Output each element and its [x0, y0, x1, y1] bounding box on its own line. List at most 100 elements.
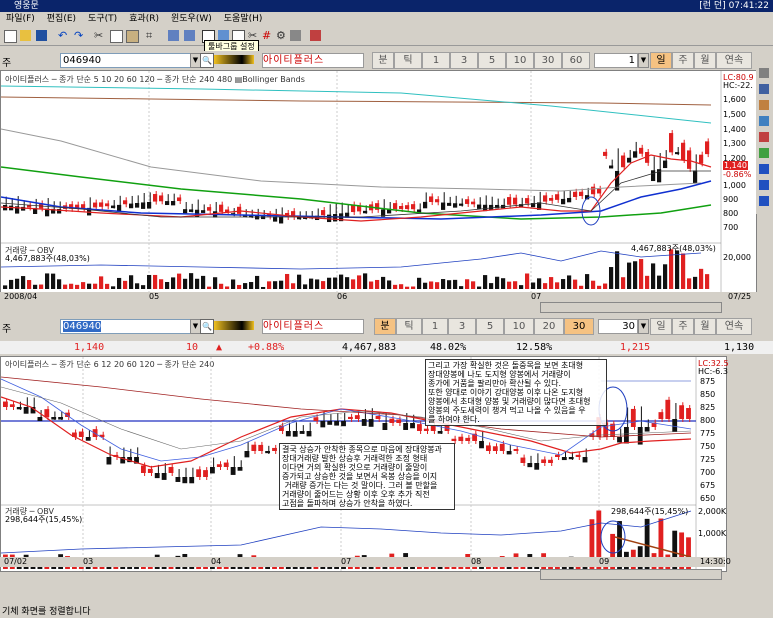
- period-20[interactable]: 20: [534, 318, 564, 335]
- candle: [223, 462, 229, 467]
- volume-bar: [297, 274, 302, 289]
- period-tick[interactable]: 틱: [396, 318, 422, 335]
- period-5[interactable]: 5: [478, 52, 506, 69]
- tool-icon[interactable]: [759, 180, 769, 190]
- volume-bar: [699, 268, 704, 289]
- save-icon[interactable]: [36, 30, 47, 41]
- candle: [617, 437, 622, 443]
- candle: [423, 201, 428, 209]
- candle: [219, 204, 224, 212]
- period-tick[interactable]: 틱: [394, 52, 422, 69]
- period-3[interactable]: 3: [448, 318, 476, 335]
- tool-icon[interactable]: [759, 148, 769, 158]
- volume-bar: [225, 286, 230, 289]
- count-dropdown-icon[interactable]: ▼: [638, 53, 649, 68]
- tool-icon[interactable]: [759, 196, 769, 206]
- count-input[interactable]: 1: [594, 53, 638, 68]
- stock-code-text: 046940: [63, 321, 102, 332]
- candle: [201, 210, 206, 213]
- pencil-tool-icon[interactable]: [759, 100, 769, 110]
- period-3[interactable]: 3: [450, 52, 478, 69]
- range-month[interactable]: 월: [694, 318, 716, 335]
- candle-wick: [640, 406, 642, 430]
- copy-icon[interactable]: [110, 30, 123, 43]
- tool-icon[interactable]: [759, 132, 769, 142]
- range-continuous[interactable]: 연속: [716, 52, 752, 69]
- window-icon[interactable]: [168, 30, 179, 41]
- menu-help[interactable]: 도움말(H): [218, 12, 269, 27]
- stock-code-input[interactable]: 046940: [60, 53, 192, 68]
- volume-bar: [285, 273, 290, 289]
- redo-icon[interactable]: ↷: [74, 30, 85, 41]
- period-minute[interactable]: 분: [372, 52, 394, 69]
- top-scrollbar[interactable]: [540, 302, 722, 313]
- candle: [555, 454, 560, 457]
- menu-edit[interactable]: 편집(E): [41, 12, 82, 27]
- y-tick: 1,400: [723, 125, 746, 134]
- range-week[interactable]: 주: [672, 52, 694, 69]
- candle: [437, 431, 443, 434]
- candle: [333, 214, 338, 222]
- range-continuous[interactable]: 연속: [716, 318, 752, 335]
- range-day[interactable]: 일: [650, 52, 672, 69]
- change-pct: +0.88%: [248, 342, 285, 353]
- pin-icon[interactable]: ⌗: [146, 30, 157, 41]
- volume-bar: [375, 279, 380, 289]
- tool-icon[interactable]: [759, 68, 769, 78]
- volume-bar: [615, 251, 620, 289]
- volume-bar: [147, 274, 152, 289]
- period-30[interactable]: 30: [534, 52, 562, 69]
- x-tick: 07/02: [4, 557, 28, 566]
- new-icon[interactable]: [4, 30, 17, 43]
- period-60[interactable]: 60: [562, 52, 590, 69]
- period-30[interactable]: 30: [564, 318, 594, 335]
- period-10[interactable]: 10: [504, 318, 534, 335]
- period-5[interactable]: 5: [476, 318, 504, 335]
- period-minute[interactable]: 분: [374, 318, 396, 335]
- candle: [658, 412, 664, 419]
- bottom-scrollbar[interactable]: [540, 569, 722, 580]
- paste-icon[interactable]: [126, 30, 139, 43]
- window-clock: [런 던] 07:41:22: [699, 1, 769, 11]
- hash-icon[interactable]: #: [262, 30, 273, 41]
- menu-tools[interactable]: 도구(T): [82, 12, 123, 27]
- pencil-icon[interactable]: [214, 321, 254, 330]
- range-week[interactable]: 주: [672, 318, 694, 335]
- tool-icon[interactable]: [759, 164, 769, 174]
- candle: [123, 200, 128, 205]
- y-tick: 800: [723, 209, 739, 218]
- search-icon[interactable]: 🔍: [200, 53, 214, 68]
- candle: [159, 195, 164, 202]
- pencil-icon[interactable]: [214, 55, 254, 64]
- window2-icon[interactable]: [184, 30, 195, 41]
- period-10[interactable]: 10: [506, 52, 534, 69]
- volume-bar: [525, 273, 530, 289]
- volume-bar: [9, 279, 14, 289]
- volume-bar: [657, 275, 662, 289]
- menu-effects[interactable]: 효과(R): [123, 12, 165, 27]
- undo-icon[interactable]: ↶: [58, 30, 69, 41]
- y-tick: 725: [700, 455, 716, 464]
- period-1[interactable]: 1: [422, 52, 450, 69]
- alert-icon[interactable]: [310, 30, 321, 41]
- volume-bar: [243, 283, 248, 289]
- tool-icon[interactable]: [759, 116, 769, 126]
- count-input[interactable]: 30: [598, 319, 638, 334]
- bottom-vol-value-right: 298,644주(15,45%): [611, 507, 689, 516]
- open-folder-icon[interactable]: [20, 30, 31, 41]
- menu-window[interactable]: 윈도우(W): [165, 12, 218, 27]
- candle: [575, 454, 581, 457]
- period-1[interactable]: 1: [422, 318, 448, 335]
- range-month[interactable]: 월: [694, 52, 716, 69]
- right-tool-strip: [756, 64, 772, 214]
- count-dropdown-icon[interactable]: ▼: [638, 319, 649, 334]
- tool-icon[interactable]: [759, 84, 769, 94]
- search-icon[interactable]: 🔍: [200, 319, 214, 334]
- chart-icon[interactable]: [290, 30, 301, 41]
- range-day[interactable]: 일: [650, 318, 672, 335]
- stock-code-input[interactable]: 046940: [60, 319, 192, 334]
- volume-bar: [159, 279, 164, 289]
- gear-icon[interactable]: ⚙: [276, 30, 287, 41]
- cut-icon[interactable]: ✂: [94, 30, 105, 41]
- menu-file[interactable]: 파일(F): [0, 12, 41, 27]
